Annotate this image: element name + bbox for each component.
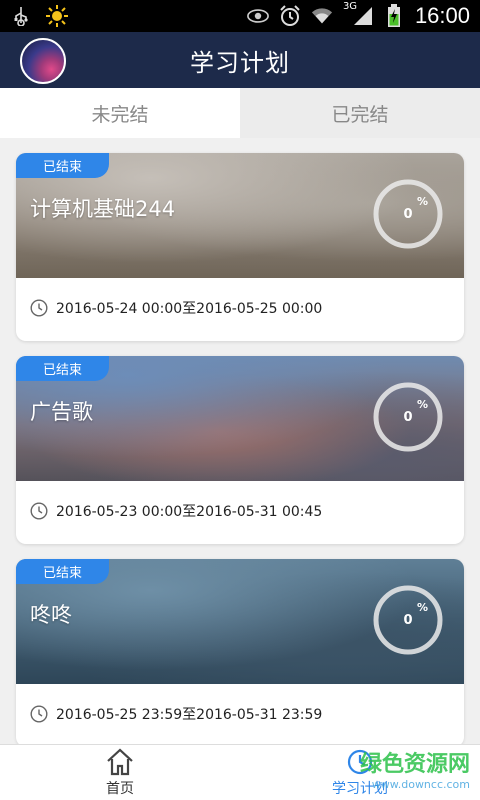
nav-home-label: 首页 <box>106 780 134 797</box>
plan-period-text: 2016-05-23 00:00至2016-05-31 00:45 <box>56 504 323 520</box>
plan-card[interactable]: 已结束 广告歌 0 % 2016-05-23 00:00至2016-05-31 … <box>16 356 464 544</box>
avatar[interactable] <box>20 38 66 84</box>
nav-study-plan-label: 学习计划 <box>332 780 388 797</box>
progress-unit: % <box>417 601 429 614</box>
progress-ring: 0 % <box>372 178 444 250</box>
status-badge: 已结束 <box>16 356 109 381</box>
clock-time: 16:00 <box>414 3 470 28</box>
signal-icon: 3G <box>343 1 373 27</box>
progress-ring: 0 % <box>372 381 444 453</box>
progress-value: 0 <box>403 206 413 222</box>
study-plan-icon <box>345 748 375 776</box>
tab-unfinished[interactable]: 未完结 <box>0 88 240 138</box>
progress-unit: % <box>417 398 429 411</box>
usb-icon <box>10 5 32 27</box>
nav-home[interactable]: 首页 <box>0 745 240 800</box>
clock-icon <box>30 299 48 317</box>
plan-title: 咚咚 <box>30 603 72 627</box>
tab-finished[interactable]: 已完结 <box>240 88 480 138</box>
progress-value: 0 <box>403 409 413 425</box>
battery-charging-icon <box>383 4 405 27</box>
tab-bar: 未完结 已完结 <box>0 88 480 138</box>
status-bar: 3G 16:00 <box>0 0 480 32</box>
plan-card[interactable]: 已结束 计算机基础244 0 % 2016-05-24 00:00至2016-0… <box>16 153 464 341</box>
alarm-icon <box>279 5 301 27</box>
clock-icon <box>30 705 48 723</box>
network-type: 3G <box>342 1 358 12</box>
plan-card[interactable]: 已结束 咚咚 0 % 2016-05-25 23:59至2016-05-31 2… <box>16 559 464 744</box>
nav-study-plan[interactable]: 学习计划 <box>240 745 480 800</box>
page-title: 学习计划 <box>190 48 290 77</box>
plan-period: 2016-05-23 00:00至2016-05-31 00:45 <box>30 501 322 521</box>
plan-period: 2016-05-24 00:00至2016-05-25 00:00 <box>30 298 322 318</box>
app-header: 学习计划 <box>0 32 480 88</box>
progress-unit: % <box>417 195 429 208</box>
progress-value: 0 <box>403 612 413 628</box>
progress-ring: 0 % <box>372 584 444 656</box>
home-icon <box>105 748 135 776</box>
plan-list[interactable]: 已结束 计算机基础244 0 % 2016-05-24 00:00至2016-0… <box>0 138 480 744</box>
plan-period-text: 2016-05-25 23:59至2016-05-31 23:59 <box>56 707 323 723</box>
status-badge: 已结束 <box>16 153 109 178</box>
bottom-nav: 首页 学习计划 <box>0 744 480 800</box>
plan-period: 2016-05-25 23:59至2016-05-31 23:59 <box>30 704 322 724</box>
clock-icon <box>30 502 48 520</box>
sun-icon <box>46 5 68 27</box>
plan-title: 计算机基础244 <box>30 197 176 221</box>
status-badge: 已结束 <box>16 559 109 584</box>
wifi-icon <box>311 5 333 27</box>
plan-period-text: 2016-05-24 00:00至2016-05-25 00:00 <box>56 301 323 317</box>
eye-icon <box>247 5 269 27</box>
plan-title: 广告歌 <box>30 400 93 424</box>
